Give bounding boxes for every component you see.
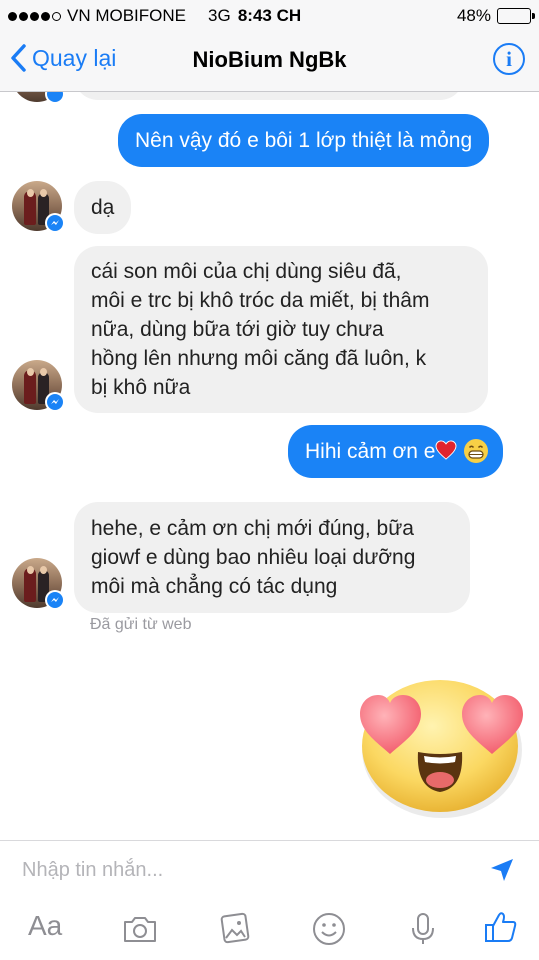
status-bar: VN MOBIFONE 3G 8:43 CH 48%: [0, 0, 539, 30]
message-line: hehe, e cảm ơn chị mới đúng, bữa: [91, 517, 414, 540]
grinning-face-icon: [464, 439, 489, 463]
message-incoming[interactable]: hehe, e cảm ơn chị mới đúng, bữa giowf e…: [74, 502, 470, 613]
message-line: môi mà chẳng có tác dụng: [91, 575, 338, 598]
composer-toolbar: Aa: [0, 900, 539, 960]
message-bubble-clipped: [74, 92, 464, 100]
message-line: giowf e dùng bao nhiêu loại dưỡng: [91, 546, 416, 569]
message-list[interactable]: Nên vậy đó e bôi 1 lớp thiệt là mỏng dạ …: [0, 92, 539, 840]
messenger-badge-icon: [45, 213, 65, 233]
messenger-badge-icon: [45, 392, 65, 412]
battery-status: 48%: [456, 6, 535, 26]
photo-gallery-icon[interactable]: [218, 912, 252, 946]
message-text: dạ: [91, 196, 115, 219]
info-icon: i: [506, 47, 512, 71]
battery-icon: [497, 8, 535, 24]
message-line: bị khô nữa: [91, 376, 191, 399]
conversation-header: Quay lại NioBium NgBk i: [0, 30, 539, 92]
contact-name[interactable]: NioBium NgBk: [0, 47, 539, 73]
message-outgoing[interactable]: Nên vậy đó e bôi 1 lớp thiệt là mỏng: [118, 114, 490, 167]
message-composer: Nhập tin nhắn...: [0, 840, 539, 900]
delivery-status: Đã gửi từ web: [90, 616, 192, 633]
message-line: nữa, dùng bữa tới giờ tuy chưa: [91, 318, 384, 341]
emoji-icon[interactable]: [312, 912, 346, 946]
message-input[interactable]: Nhập tin nhắn...: [22, 859, 163, 882]
message-incoming[interactable]: cái son môi của chị dùng siêu đã, môi e …: [74, 246, 488, 413]
message-line: cái son môi của chị dùng siêu đã,: [91, 260, 402, 283]
message-text: Hihi cảm ơn e: [305, 440, 436, 463]
heart-icon: [436, 440, 457, 460]
battery-percent: 48%: [456, 6, 491, 25]
like-icon[interactable]: [484, 910, 518, 944]
messenger-badge-icon: [45, 92, 65, 104]
text-size-button[interactable]: Aa: [28, 910, 62, 942]
send-icon[interactable]: [489, 857, 515, 883]
microphone-icon[interactable]: [410, 912, 436, 946]
message-line: môi e trc bị khô tróc da miết, bị thâm: [91, 289, 430, 312]
message-text: Nên vậy đó e bôi 1 lớp thiệt là mỏng: [135, 129, 473, 152]
message-outgoing[interactable]: Hihi cảm ơn e: [288, 425, 504, 478]
info-button[interactable]: i: [493, 43, 525, 75]
message-incoming[interactable]: dạ: [74, 181, 132, 234]
camera-icon[interactable]: [122, 914, 158, 944]
message-line: hồng lên nhưng môi căng đã luôn, k: [91, 347, 427, 370]
heart-eyes-sticker-icon[interactable]: [356, 670, 528, 820]
messenger-badge-icon: [45, 590, 65, 610]
